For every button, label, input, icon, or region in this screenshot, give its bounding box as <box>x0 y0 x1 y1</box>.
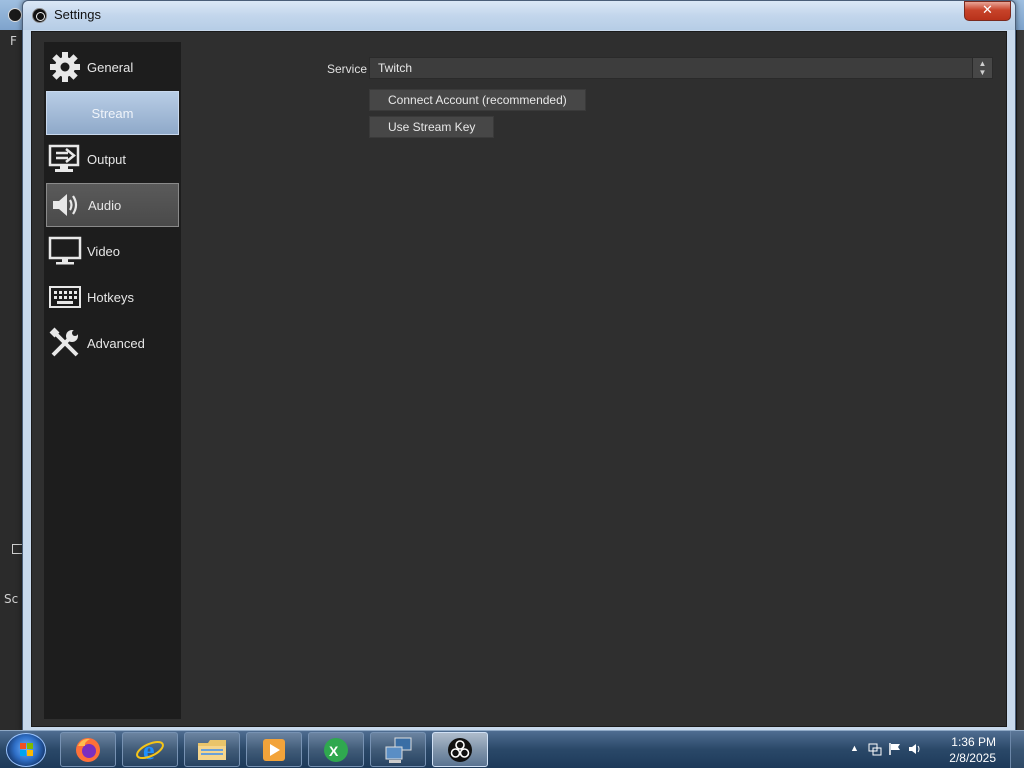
file-explorer-icon <box>198 739 226 760</box>
start-button[interactable] <box>6 733 46 767</box>
service-select[interactable]: Twitch ▲ ▼ <box>369 57 993 79</box>
sidebar-item-advanced[interactable]: Advanced <box>46 321 179 365</box>
settings-content: General Stream Output Audio Video Hotkey… <box>31 31 1007 727</box>
monitor-icon <box>48 234 82 268</box>
system-tray: ▲ 1:36 PM 2/8/2025 <box>844 731 1024 768</box>
sidebar-item-label: Video <box>87 243 121 259</box>
sidebar-item-stream[interactable]: Stream <box>46 91 179 135</box>
firefox-icon <box>76 737 100 762</box>
taskbar: e X ▲ 1:36 PM 2/8/2025 <box>0 730 1024 768</box>
background-menu-fragment: F <box>10 34 17 48</box>
obs-icon <box>32 8 47 23</box>
background-right-panel <box>1016 30 1024 730</box>
tools-icon <box>48 326 82 360</box>
sidebar-item-general[interactable]: General <box>46 45 179 89</box>
show-desktop-button[interactable] <box>1010 731 1024 768</box>
dialog-title: Settings <box>54 7 101 22</box>
gear-icon <box>48 50 82 84</box>
service-label: Service <box>327 62 368 76</box>
keyboard-icon <box>48 280 82 314</box>
close-button[interactable]: ✕ <box>964 1 1011 21</box>
sidebar-item-label: Advanced <box>87 335 145 351</box>
dialog-titlebar[interactable]: Settings ✕ <box>23 1 1015 30</box>
obs-icon <box>448 737 472 762</box>
network-status-icon[interactable] <box>868 742 882 756</box>
use-stream-key-button[interactable]: Use Stream Key <box>369 116 495 138</box>
network-icon <box>385 737 412 763</box>
obs-icon <box>8 8 22 22</box>
excel-icon: X <box>324 737 348 762</box>
svg-text:e: e <box>143 736 155 765</box>
output-icon <box>48 142 82 176</box>
taskbar-media-player[interactable] <box>246 732 302 767</box>
speaker-icon <box>49 188 83 222</box>
chevron-updown-icon: ▲ ▼ <box>972 58 992 78</box>
show-hidden-icons-icon[interactable]: ▲ <box>850 743 859 753</box>
svg-text:X: X <box>329 743 339 759</box>
settings-sidebar: General Stream Output Audio Video Hotkey… <box>44 42 181 719</box>
volume-icon[interactable] <box>908 742 922 756</box>
sidebar-item-label: Output <box>87 151 127 167</box>
background-scenes-fragment: Sc <box>4 592 19 606</box>
taskbar-file-explorer[interactable] <box>184 732 240 767</box>
taskbar-obs[interactable] <box>432 732 488 767</box>
clock-date[interactable]: 2/8/2025 <box>949 751 996 765</box>
sidebar-item-label: Stream <box>91 105 134 121</box>
sidebar-item-video[interactable]: Video <box>46 229 179 273</box>
windows-logo-icon <box>20 743 33 756</box>
sidebar-item-output[interactable]: Output <box>46 137 179 181</box>
connect-account-button[interactable]: Connect Account (recommended) <box>369 89 586 111</box>
settings-dialog: Settings ✕ General Stream Output Audio V… <box>22 0 1016 731</box>
sidebar-item-label: Hotkeys <box>87 289 134 305</box>
stream-settings-panel: Service Twitch ▲ ▼ Connect Account (recom… <box>181 42 1001 719</box>
sidebar-item-audio[interactable]: Audio <box>46 183 179 227</box>
sidebar-item-hotkeys[interactable]: Hotkeys <box>46 275 179 319</box>
sidebar-item-label: General <box>87 59 134 75</box>
taskbar-network-app[interactable] <box>370 732 426 767</box>
media-player-icon <box>263 738 285 761</box>
internet-explorer-icon: e <box>136 736 164 765</box>
service-value: Twitch <box>378 61 413 75</box>
taskbar-internet-explorer[interactable]: e <box>122 732 178 767</box>
clock-time[interactable]: 1:36 PM <box>951 735 996 749</box>
taskbar-firefox[interactable] <box>60 732 116 767</box>
action-center-flag-icon[interactable] <box>888 742 902 756</box>
taskbar-excel[interactable]: X <box>308 732 364 767</box>
sidebar-item-label: Audio <box>88 197 122 213</box>
